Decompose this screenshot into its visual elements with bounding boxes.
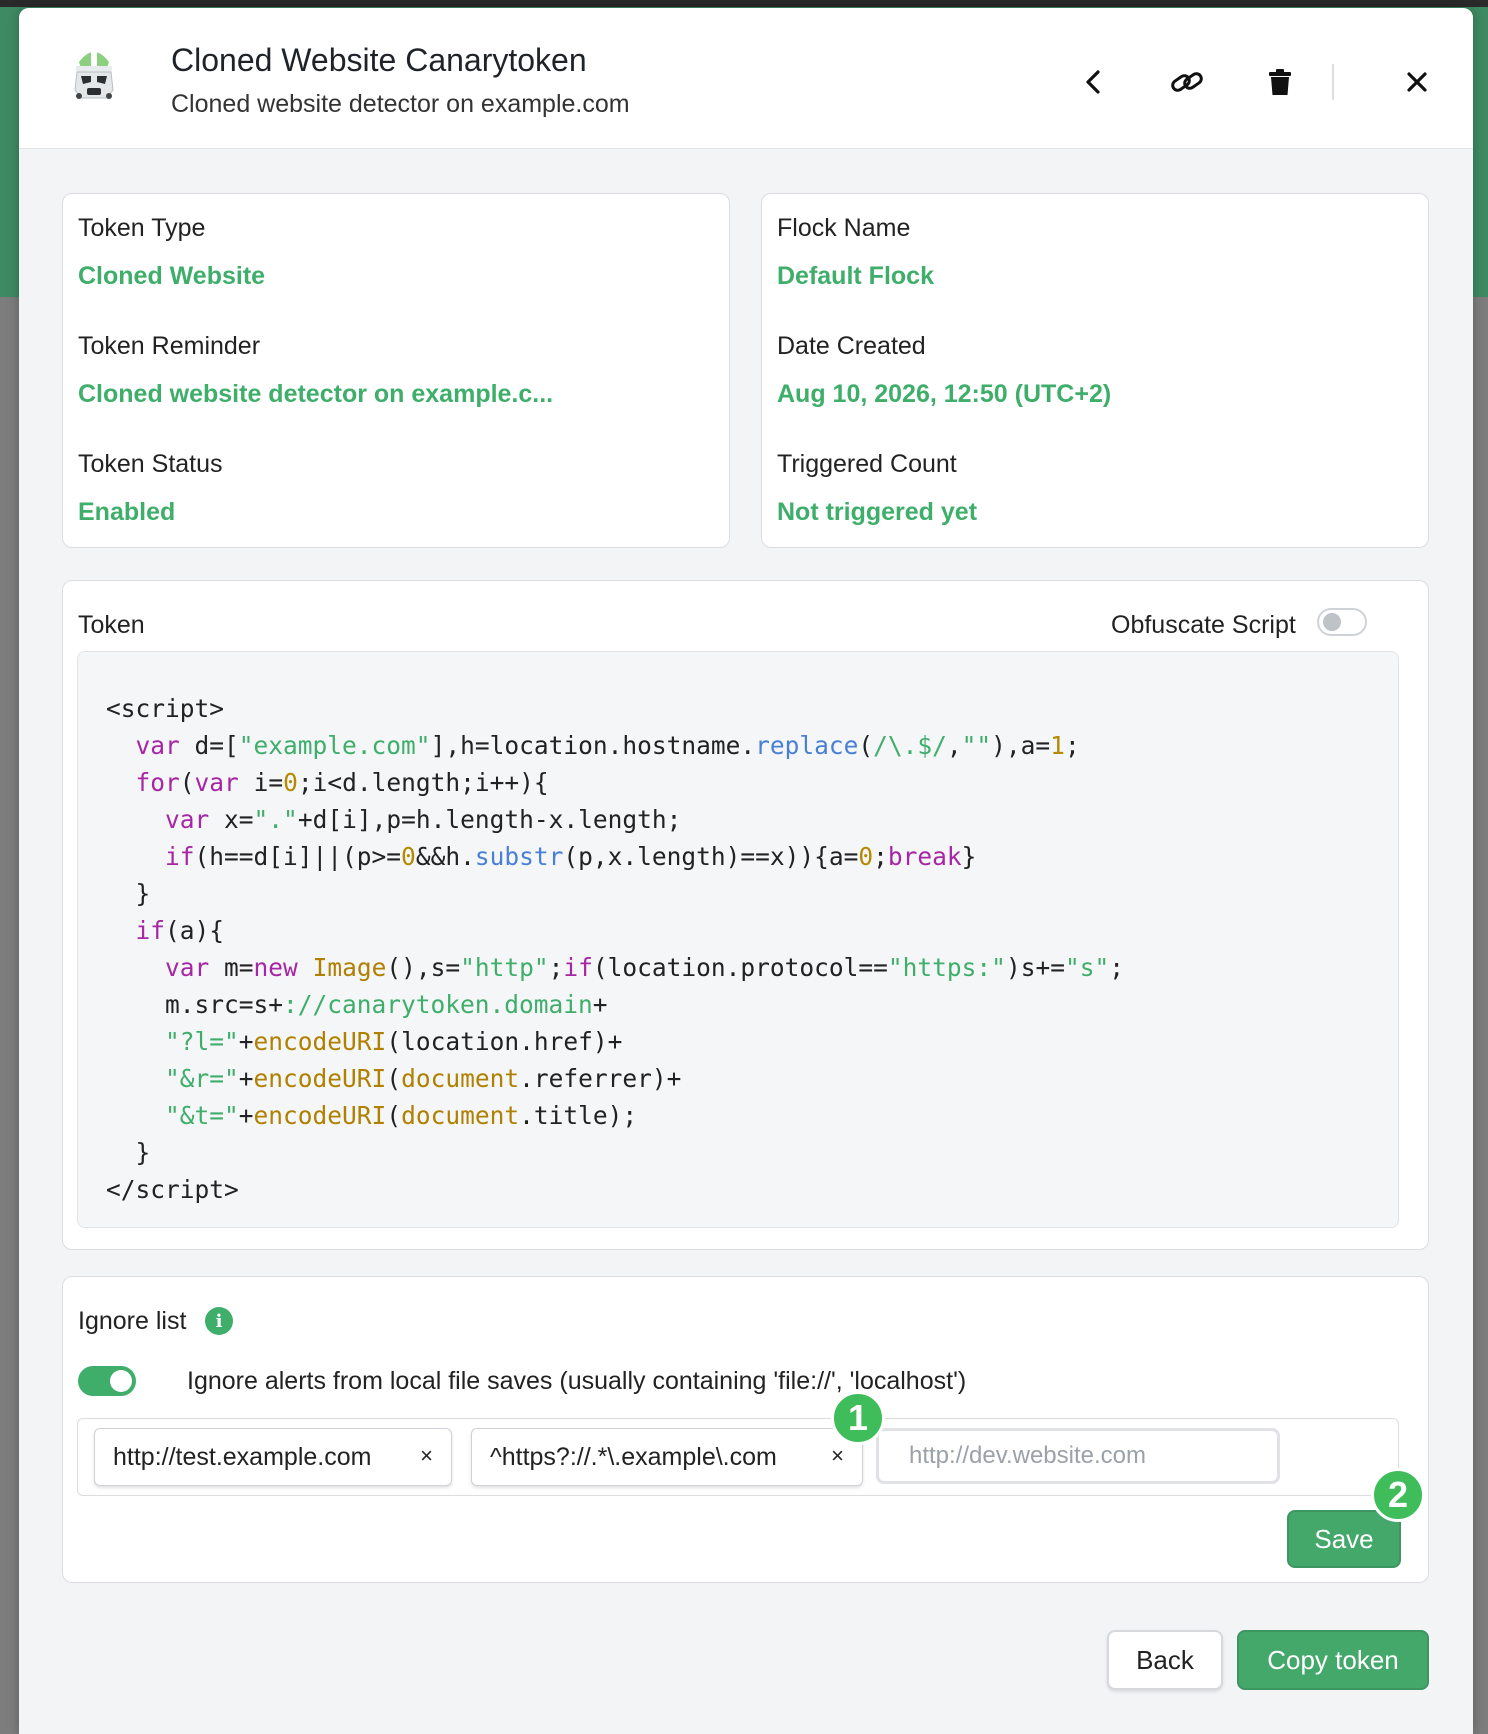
token-type-value: Cloned Website [78,262,266,290]
canary-trooper-logo [67,44,121,104]
token-modal: Cloned Website Canarytoken Cloned websit… [19,8,1473,1734]
link-icon [1171,72,1203,92]
annotation-badge-2: 2 [1371,1468,1425,1522]
flock-name-value: Default Flock [777,262,934,290]
token-info-card: Token Type Cloned Website Token Reminder… [62,193,730,548]
annotation-badge-1: 1 [831,1391,885,1445]
close-icon [1407,72,1427,92]
copy-link-button[interactable] [1165,60,1209,104]
token-code-block[interactable]: <script> var d=["example.com"],h=locatio… [77,651,1399,1228]
triggered-count-label: Triggered Count [777,450,957,478]
flock-name-label: Flock Name [777,214,911,242]
save-ignore-list-button[interactable]: Save [1287,1510,1401,1568]
ignore-list-tags: http://test.example.com × ^https?://.*\.… [77,1418,1399,1496]
background-topbar [0,0,1488,7]
header-divider [1332,64,1334,100]
date-created-label: Date Created [777,332,926,360]
obfuscate-script-label: Obfuscate Script [1111,611,1296,639]
token-script-code: <script> var d=["example.com"],h=locatio… [106,694,1124,1204]
modal-title: Cloned Website Canarytoken [171,42,587,78]
ignore-entry-text: ^https?://.*\.example\.com [490,1442,777,1471]
modal-header: Cloned Website Canarytoken Cloned websit… [19,8,1473,149]
ignore-local-files-toggle[interactable] [78,1366,136,1396]
back-button[interactable]: Back [1107,1630,1223,1690]
trash-icon [1269,69,1291,95]
remove-entry-icon[interactable]: × [831,1443,844,1469]
token-reminder-label: Token Reminder [78,332,261,360]
flock-info-card: Flock Name Default Flock Date Created Au… [761,193,1429,548]
back-chevron-button[interactable] [1071,60,1115,104]
token-status-value: Enabled [78,498,176,526]
obfuscate-script-toggle[interactable] [1317,608,1367,636]
ignore-entry-input[interactable] [876,1428,1280,1484]
chevron-left-icon [1086,70,1100,94]
token-status-label: Token Status [78,450,223,478]
modal-subtitle: Cloned website detector on example.com [171,90,630,118]
close-button[interactable] [1395,60,1439,104]
info-icon[interactable]: i [205,1307,233,1335]
ignore-entry-tag: ^https?://.*\.example\.com × [471,1428,863,1486]
token-label: Token [78,611,145,639]
triggered-count-value: Not triggered yet [777,498,978,526]
remove-entry-icon[interactable]: × [420,1443,433,1469]
ignore-list-title: Ignore list [78,1307,187,1335]
date-created-value: Aug 10, 2026, 12:50 (UTC+2) [777,380,1112,408]
token-reminder-value: Cloned website detector on example.c... [78,380,554,408]
ignore-entry-tag: http://test.example.com × [94,1428,452,1486]
token-type-label: Token Type [78,214,206,242]
delete-button[interactable] [1258,60,1302,104]
copy-token-button[interactable]: Copy token [1237,1630,1429,1690]
ignore-entry-text: http://test.example.com [113,1442,372,1471]
